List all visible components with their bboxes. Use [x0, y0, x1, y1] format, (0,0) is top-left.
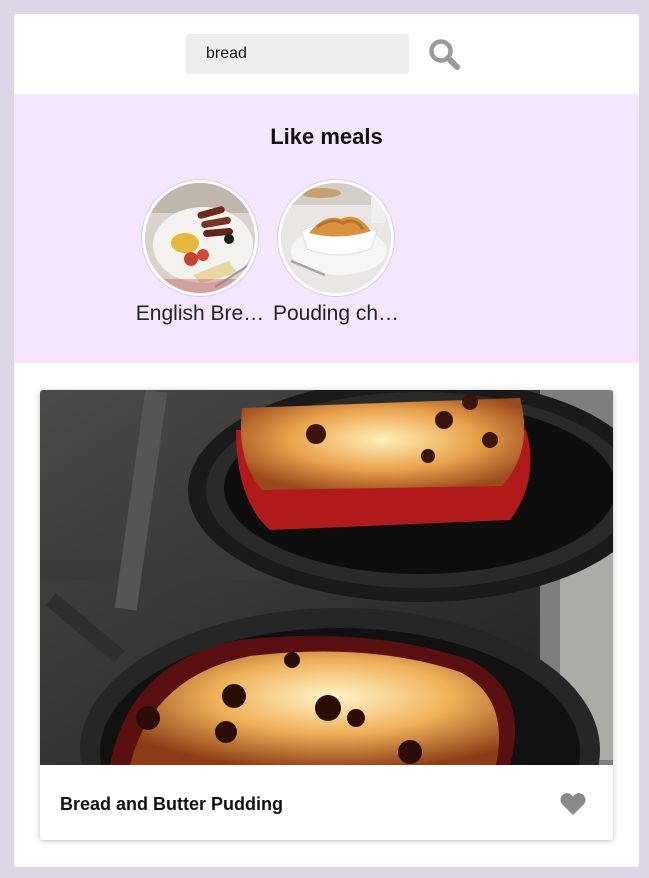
meal-card[interactable]: Bread and Butter Pudding — [40, 390, 613, 840]
app-frame: Like meals En — [14, 14, 639, 867]
like-meal-item[interactable]: Pouding ch… — [271, 180, 401, 326]
like-meal-item[interactable]: English Bre… — [135, 180, 265, 326]
like-meals-title: Like meals — [270, 124, 383, 149]
full-breakfast-thumbnail[interactable] — [142, 180, 258, 296]
like-meal-label: English Bre… — [135, 302, 265, 325]
favorite-button[interactable] — [558, 789, 588, 819]
search-input[interactable] — [186, 34, 409, 74]
meal-title[interactable]: Bread and Butter Pudding — [60, 794, 283, 815]
search-icon — [429, 39, 460, 70]
like-meals-section: Like meals English Bre… Pouding ch… — [14, 94, 639, 363]
search-button[interactable] — [426, 36, 462, 72]
search-bar — [14, 14, 639, 94]
bread-pudding-photo[interactable] — [40, 390, 613, 840]
pudding-thumbnail[interactable] — [278, 180, 394, 296]
like-meal-label: Pouding ch… — [272, 302, 400, 325]
heart-icon — [560, 793, 586, 815]
